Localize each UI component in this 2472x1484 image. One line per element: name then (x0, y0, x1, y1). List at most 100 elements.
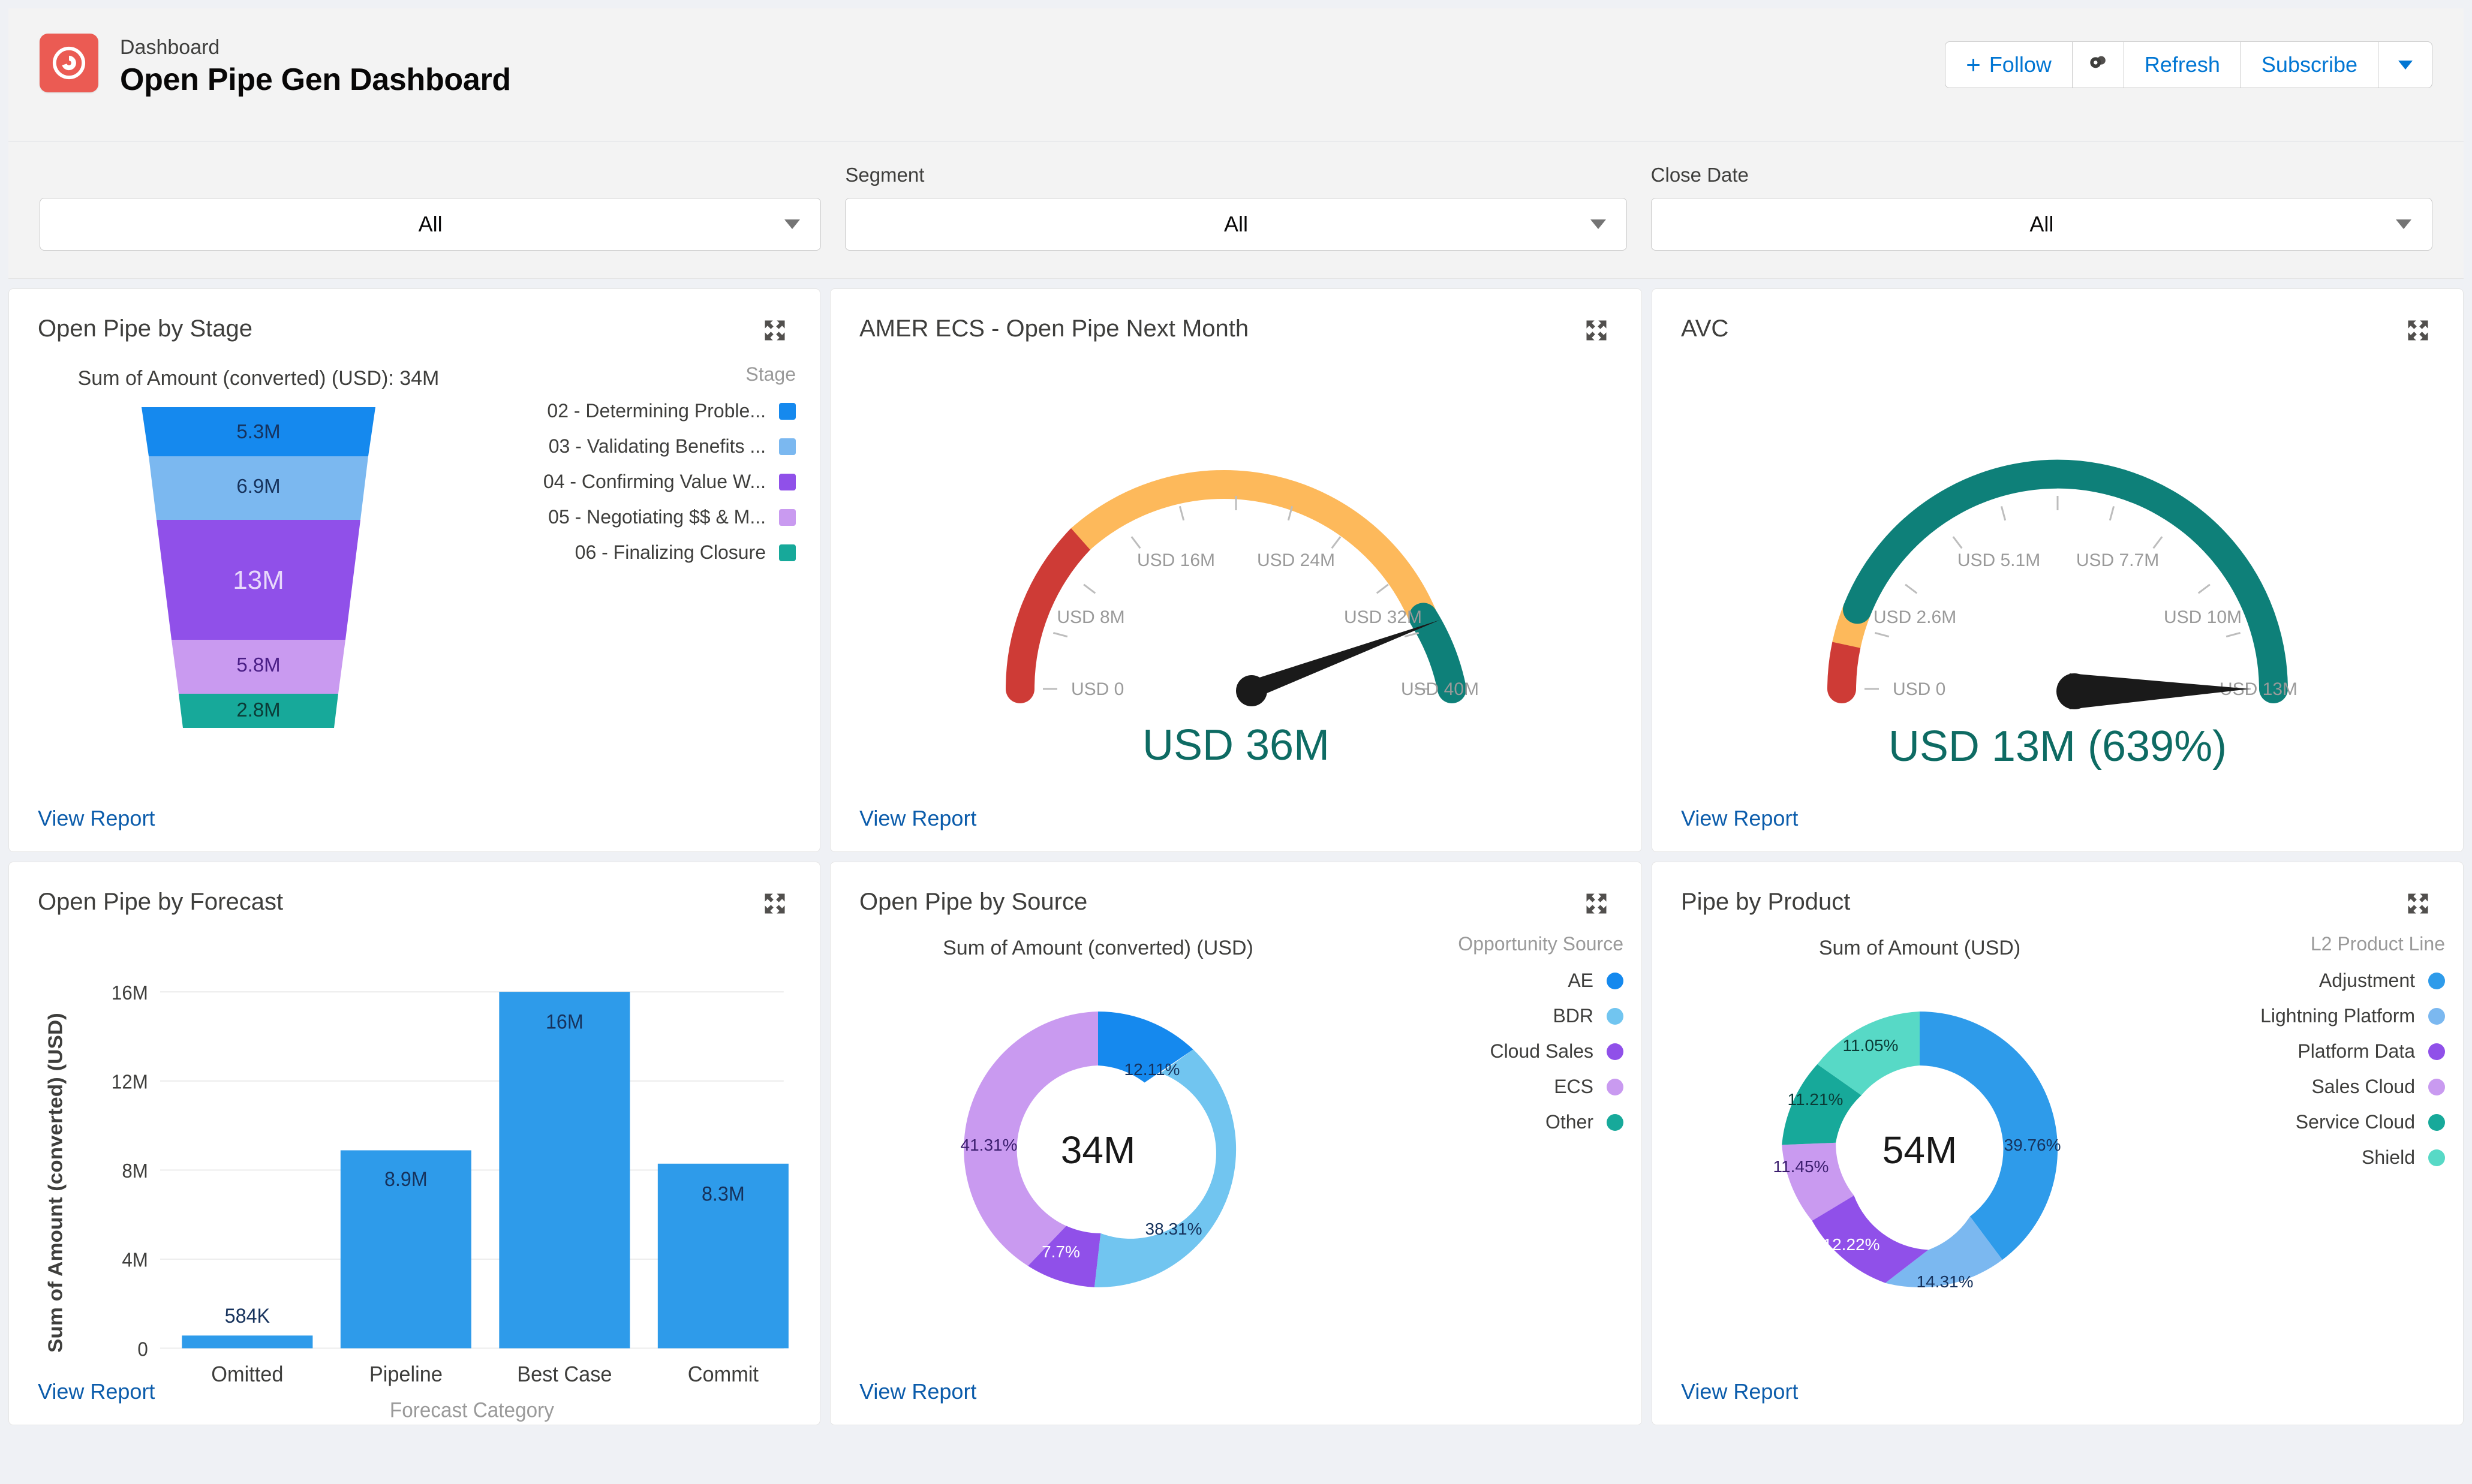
view-report-link[interactable]: View Report (38, 1379, 155, 1404)
breadcrumb: Dashboard (120, 35, 511, 61)
legend-item-sales-cloud[interactable]: Sales Cloud (2163, 1076, 2445, 1098)
legend-item-ae[interactable]: AE (1342, 970, 1623, 992)
gauge-value-label: USD 13M (639%) (1888, 723, 2227, 770)
funnel-value-1: 6.9M (236, 475, 280, 497)
bar-value-1: 8.9M (384, 1168, 428, 1191)
people-groups-icon (2086, 50, 2110, 80)
expand-fullscreen-icon[interactable] (1580, 314, 1613, 347)
filter-close-date-value: All (2029, 212, 2053, 237)
card-header: AMER ECS - Open Pipe Next Month (831, 289, 1641, 347)
bar-value-0: 584K (225, 1305, 270, 1328)
chevron-down-icon (2398, 61, 2413, 70)
subscribe-button[interactable]: Subscribe (2241, 41, 2378, 88)
gauge-svg: USD 0 USD 8M USD 16M USD 24M USD 32M USD… (936, 389, 1536, 785)
bar-chart: Sum of Amount (converted) (USD) 16M 12M (9, 920, 820, 1425)
legend-title: Opportunity Source (1342, 933, 1623, 955)
expand-fullscreen-icon[interactable] (2402, 887, 2434, 920)
legend-item-0[interactable]: 02 - Determining Proble... (484, 400, 796, 422)
legend-item-cloud-sales[interactable]: Cloud Sales (1342, 1040, 1623, 1062)
legend-swatch (779, 438, 796, 455)
card-body: Sum of Amount (USD) (1652, 920, 2463, 1425)
legend-swatch (2428, 1114, 2445, 1131)
legend-swatch (2428, 1008, 2445, 1025)
funnel-segment-4[interactable]: 2.8M (179, 694, 338, 728)
donut-chart-product: Sum of Amount (USD) (1652, 920, 2463, 1425)
funnel-segment-2[interactable]: 13M (157, 520, 360, 640)
filter-segment-select[interactable]: All (845, 198, 1626, 251)
legend-item-2[interactable]: 04 - Confirming Value W... (484, 471, 796, 493)
legend-swatch (2428, 1079, 2445, 1095)
legend-item-service-cloud[interactable]: Service Cloud (2163, 1111, 2445, 1133)
view-report-link[interactable]: View Report (859, 1379, 976, 1404)
expand-fullscreen-icon[interactable] (759, 887, 791, 920)
x-cat-2: Best Case (517, 1362, 612, 1386)
card-header: Pipe by Product (1652, 862, 2463, 920)
header-action-bar: + Follow Refresh Subscribe (1945, 41, 2432, 88)
legend-swatch (1607, 1114, 1623, 1131)
x-cat-3: Commit (688, 1362, 759, 1386)
legend-item-bdr[interactable]: BDR (1342, 1005, 1623, 1027)
funnel-segment-0[interactable]: 5.3M (142, 407, 375, 456)
legend-item-adjustment[interactable]: Adjustment (2163, 970, 2445, 992)
legend-item-3[interactable]: 05 - Negotiating $$ & M... (484, 506, 796, 528)
bar-0[interactable]: 584K (182, 1305, 312, 1348)
card-header: Open Pipe by Stage (9, 289, 820, 347)
view-report-link[interactable]: View Report (1681, 1379, 1798, 1404)
bar-2[interactable]: 16M (499, 992, 630, 1348)
y-tick-1: 4M (122, 1249, 148, 1271)
title-block: Dashboard Open Pipe Gen Dashboard (120, 34, 511, 100)
legend-label: Platform Data (2297, 1040, 2415, 1062)
legend-item-1[interactable]: 03 - Validating Benefits ... (484, 435, 796, 457)
legend-item-4[interactable]: 06 - Finalizing Closure (484, 541, 796, 564)
view-report-link[interactable]: View Report (1681, 806, 1798, 831)
card-open-pipe-by-source: Open Pipe by Source Sum of Amount (conve… (830, 862, 1642, 1425)
funnel-measure-label: Sum of Amount (converted) (USD): 34M (78, 367, 440, 390)
legend-item-ecs[interactable]: ECS (1342, 1076, 1623, 1098)
x-axis-title: Forecast Category (390, 1399, 555, 1422)
legend-swatch (2428, 1043, 2445, 1060)
funnel-segment-1[interactable]: 6.9M (149, 456, 368, 520)
refresh-button[interactable]: Refresh (2124, 41, 2241, 88)
card-pipe-by-product: Pipe by Product Sum of Amount (USD) (1652, 862, 2464, 1425)
donut-legend: Opportunity Source AE BDR Cloud Sales (1342, 920, 1623, 1425)
filter-close-date-select[interactable]: All (1651, 198, 2432, 251)
funnel-plot-area: Sum of Amount (converted) (USD): 34M 5.3… (33, 347, 484, 851)
legend-label: Cloud Sales (1490, 1040, 1593, 1062)
filter-0-label (40, 163, 821, 187)
view-report-link[interactable]: View Report (859, 806, 976, 831)
legend-item-other[interactable]: Other (1342, 1111, 1623, 1133)
filter-segment-label: Segment (845, 163, 1626, 187)
donut-svg: 39.76% 14.31% 12.22% 11.45% 11.21% 11.05… (1734, 964, 2106, 1335)
funnel-segment-3[interactable]: 5.8M (172, 640, 345, 694)
share-button[interactable] (2073, 41, 2124, 88)
more-actions-button[interactable] (2378, 41, 2432, 88)
legend-label: Lightning Platform (2260, 1005, 2415, 1027)
bar-1[interactable]: 8.9M (341, 1150, 471, 1348)
gauge-tick-label-5: USD 40M (1401, 679, 1479, 699)
gauge-tick-label-3: USD 24M (1257, 550, 1335, 570)
legend-item-lightning-platform[interactable]: Lightning Platform (2163, 1005, 2445, 1027)
funnel-value-0: 5.3M (236, 420, 280, 443)
donut-pct-lightning: 14.31% (1917, 1272, 1974, 1291)
view-report-link[interactable]: View Report (38, 806, 155, 831)
gauge-tick-label-0: USD 0 (1893, 679, 1945, 699)
follow-button[interactable]: + Follow (1945, 41, 2073, 88)
legend-item-platform-data[interactable]: Platform Data (2163, 1040, 2445, 1062)
donut-svg: 12.11% 38.31% 7.7% 41.31% 34M (912, 964, 1284, 1335)
legend-item-shield[interactable]: Shield (2163, 1146, 2445, 1169)
expand-fullscreen-icon[interactable] (2402, 314, 2434, 347)
card-avc: AVC (1652, 288, 2464, 852)
gauge-svg: USD 0 USD 2.6M USD 5.1M USD 7.7M USD 10M… (1758, 389, 2357, 785)
donut-plot-area: Sum of Amount (USD) (1676, 920, 2163, 1425)
donut-center-total: 54M (1882, 1128, 1957, 1172)
expand-fullscreen-icon[interactable] (759, 314, 791, 347)
donut-pct-bdr: 38.31% (1145, 1220, 1202, 1238)
gauge-tick-label-1: USD 2.6M (1873, 607, 1956, 627)
gauge-value-label: USD 36M (1142, 721, 1330, 769)
bar-3[interactable]: 8.3M (658, 1164, 789, 1348)
donut-center-total: 34M (1061, 1128, 1136, 1172)
expand-fullscreen-icon[interactable] (1580, 887, 1613, 920)
donut-pct-ecs: 41.31% (961, 1136, 1018, 1154)
filter-0-select[interactable]: All (40, 198, 821, 251)
donut-pct-sales-cloud: 11.45% (1773, 1157, 1829, 1176)
